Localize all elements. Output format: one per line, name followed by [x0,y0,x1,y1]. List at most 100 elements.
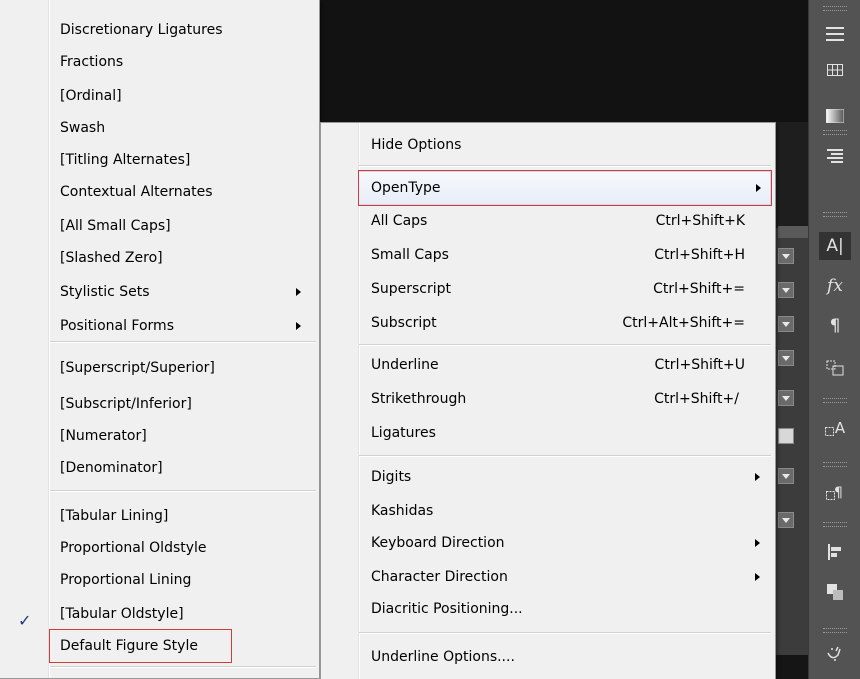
menu-item-underline-options[interactable]: Underline Options.... [323,641,773,673]
paragraph-align-icon[interactable] [819,142,851,170]
character-icon-label: A| [826,236,844,256]
glyph-icon[interactable]: A [819,414,851,442]
submenu-arrow-icon [755,539,760,547]
gradient-icon[interactable] [819,102,851,130]
character-icon[interactable]: A| [819,232,851,260]
align-icon[interactable] [819,538,851,566]
pilcrow-icon-label: ¶ [829,316,841,336]
menu-item-label: All Caps [371,213,428,229]
menu-item-all-small-caps[interactable]: [All Small Caps] [50,210,316,242]
menu-item-label: Proportional Lining [60,572,192,588]
panel-dropdown-arrow[interactable] [778,390,794,406]
table-icon[interactable] [819,56,851,84]
submenu-arrow-icon [755,573,760,581]
menu-item-shortcut: Ctrl+Shift+K [655,213,745,229]
document-canvas [320,0,808,122]
panel-dropdown-arrow[interactable] [778,468,794,484]
menu-item-label: [Numerator] [60,428,147,444]
menu-item-label: Diacritic Positioning... [371,601,523,617]
pilcrow-icon[interactable]: ¶ [819,312,851,340]
menu-item-strikethrough[interactable]: Strikethrough Ctrl+Shift+/ [323,383,773,415]
menu-item-label: Underline [371,357,439,373]
menu-item-discretionary-ligatures[interactable]: Discretionary Ligatures [50,14,316,46]
menu-item-label: [Slashed Zero] [60,250,163,266]
menu-item-numerator[interactable]: [Numerator] [50,420,316,452]
menu-item-label: [Titling Alternates] [60,152,191,168]
menu-item-label: [Tabular Lining] [60,508,169,524]
menu-item-underline[interactable]: Underline Ctrl+Shift+U [323,349,773,381]
menu-item-label: Fractions [60,54,124,70]
menu-separator [359,632,771,634]
panel-dropdown-arrow[interactable] [778,282,794,298]
pathfinder-icon[interactable] [819,578,851,606]
fx-icon-label: fx [827,276,843,296]
menu-item-label: Subscript [371,315,437,331]
text-wrap-icon[interactable] [819,354,851,382]
menu-separator [359,165,771,167]
toolbar-grip[interactable] [823,522,847,527]
toolbar-grip[interactable] [823,462,847,467]
menu-item-character-direction[interactable]: Character Direction [323,561,773,593]
menu-item-label: Underline Options.... [371,649,515,665]
toolbar-grip[interactable] [823,398,847,403]
toolbar-grip[interactable] [823,628,847,633]
menu-item-all-caps[interactable]: All Caps Ctrl+Shift+K [323,205,773,237]
menu-item-label: Discretionary Ligatures [60,22,223,38]
menu-item-small-caps[interactable]: Small Caps Ctrl+Shift+H [323,239,773,271]
menu-item-positional-forms[interactable]: Positional Forms [50,310,316,342]
menu-item-label: Contextual Alternates [60,184,213,200]
menu-item-superscript-superior[interactable]: [Superscript/Superior] [50,352,316,384]
character-panel-menu: Hide Options OpenType All Caps Ctrl+Shif… [320,122,776,679]
menu-item-proportional-lining[interactable]: Proportional Lining [50,564,316,596]
menu-item-denominator[interactable]: [Denominator] [50,452,316,484]
toolbar-grip[interactable] [823,130,847,135]
menu-item-proportional-oldstyle[interactable]: Proportional Oldstyle [50,532,316,564]
opentype-highlight [358,170,772,206]
panel-dropdown-arrow[interactable] [778,316,794,332]
panel-dock-toolbar: A| fx ¶ A ¶ [808,0,860,679]
menu-item-label: Stylistic Sets [60,284,150,300]
menu-item-stylistic-sets[interactable]: Stylistic Sets [50,276,316,308]
menu-item-fractions[interactable]: Fractions [50,46,316,78]
menu-item-ligatures[interactable]: Ligatures [323,417,773,449]
menu-item-label: Superscript [371,281,452,297]
menu-item-label: [Tabular Oldstyle] [60,606,184,622]
menu-item-subscript[interactable]: Subscript Ctrl+Alt+Shift+= [323,307,773,339]
menu-item-keyboard-direction[interactable]: Keyboard Direction [323,527,773,559]
menu-item-titling-alternates[interactable]: [Titling Alternates] [50,144,316,176]
menu-item-diacritic-positioning[interactable]: Diacritic Positioning... [323,593,773,625]
arabic-script-icon[interactable] [819,640,851,668]
menu-item-contextual-alternates[interactable]: Contextual Alternates [50,176,316,208]
menu-separator [50,341,316,343]
menu-item-label: [Subscript/Inferior] [60,396,192,412]
menu-item-digits[interactable]: Digits [323,461,773,493]
menu-item-hide-options[interactable]: Hide Options [323,129,773,161]
toolbar-grip[interactable] [823,6,847,11]
menu-item-shortcut: Ctrl+Shift+U [654,357,745,373]
menu-item-superscript[interactable]: Superscript Ctrl+Shift+= [323,273,773,305]
panel-color-swatch[interactable] [778,428,794,444]
menu-item-label: Proportional Oldstyle [60,540,207,556]
fx-icon[interactable]: fx [819,272,851,300]
toolbar-grip[interactable] [823,212,847,217]
menu-item-kashidas[interactable]: Kashidas [323,495,773,527]
panel-menu-strip[interactable] [778,226,808,238]
paragraph-style-icon[interactable]: ¶ [819,478,851,506]
checkmark-icon: ✓ [18,611,32,630]
menu-item-shortcut: Ctrl+Shift+= [653,281,745,297]
panel-dropdown-arrow[interactable] [778,248,794,264]
menu-item-swash[interactable]: Swash [50,112,316,144]
opentype-submenu: Discretionary Ligatures Fractions [Ordinal… [0,0,320,679]
menu-item-subscript-inferior[interactable]: [Subscript/Inferior] [50,388,316,420]
menu-item-tabular-lining[interactable]: [Tabular Lining] [50,500,316,532]
menu-item-label: [Superscript/Superior] [60,360,215,376]
menu-icon[interactable] [819,20,851,48]
panel-dropdown-arrow[interactable] [778,350,794,366]
menu-item-shortcut: Ctrl+Shift+H [654,247,745,263]
menu-item-ordinal[interactable]: [Ordinal] [50,80,316,112]
panel-dropdown-arrow[interactable] [778,512,794,528]
menu-item-slashed-zero[interactable]: [Slashed Zero] [50,242,316,274]
menu-item-label: Digits [371,469,412,485]
menu-item-label: [Ordinal] [60,88,122,104]
menu-item-tabular-oldstyle[interactable]: [Tabular Oldstyle] [50,598,316,630]
